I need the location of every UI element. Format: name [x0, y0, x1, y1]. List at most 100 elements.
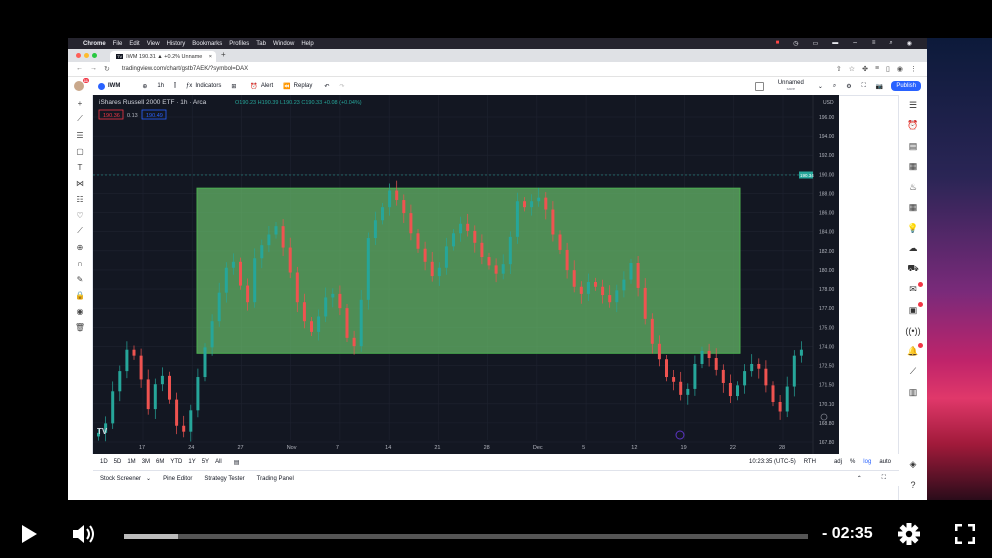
user-avatar[interactable]: 11 [74, 78, 89, 91]
menu-bookmarks[interactable]: Bookmarks [192, 41, 222, 47]
maximize-panel-icon[interactable]: ⛶ [882, 475, 886, 482]
wifi-icon[interactable]: ⌔ [852, 40, 858, 48]
magnet-icon[interactable]: ∩ [68, 255, 92, 271]
event-marker-icon[interactable] [675, 430, 685, 440]
bookmark-star-icon[interactable]: ☆ [849, 65, 855, 73]
profile-icon[interactable]: ◉ [897, 65, 903, 73]
menu-help[interactable]: Help [301, 41, 313, 47]
share-icon[interactable]: ⇧ [836, 65, 842, 73]
broadcast-icon[interactable]: ((•)) [899, 321, 927, 342]
fullscreen-icon[interactable] [955, 524, 975, 544]
range-ytd[interactable]: YTD [170, 459, 182, 466]
more-menu-icon[interactable]: ⋮ [910, 65, 917, 73]
text-icon[interactable]: T [68, 159, 92, 175]
templates-icon[interactable]: ⊞ [231, 83, 236, 90]
display-icon[interactable]: ▭ [813, 40, 819, 48]
adj-toggle[interactable]: adj [834, 459, 842, 465]
legend-title[interactable]: iShares Russell 2000 ETF · 1h · Arca [99, 99, 207, 106]
range-all[interactable]: All [215, 459, 222, 466]
menu-profiles[interactable]: Profiles [229, 41, 249, 47]
layers-icon[interactable]: ◈ [899, 455, 927, 476]
messages-icon[interactable]: ✉ [899, 280, 927, 301]
interval-button[interactable]: 1h [157, 83, 164, 89]
zoom-in-icon[interactable]: ⊕ [68, 239, 92, 255]
tab-pine-editor[interactable]: Pine Editor [163, 476, 192, 482]
rectangle-icon[interactable]: ▢ [68, 143, 92, 159]
pattern-icon[interactable]: ⋈ [68, 175, 92, 191]
siri-icon[interactable]: ◉ [907, 40, 912, 48]
trend-icon[interactable]: ⟋ [899, 362, 927, 383]
alerts-clock-icon[interactable]: ⏰ [899, 116, 927, 137]
dom-icon[interactable]: ▥ [899, 382, 927, 403]
chart-style-icon[interactable]: ⫿ [174, 83, 176, 90]
chat-icon[interactable]: ☁ [899, 239, 927, 260]
redo-icon[interactable]: ↷ [339, 83, 344, 90]
chevron-down-icon[interactable]: ⌄ [146, 475, 151, 482]
chart-pane[interactable]: 196.00 194.00 192.00 190.00 188.00 186.00 184.… [93, 95, 839, 454]
menu-app[interactable]: Chrome [83, 41, 106, 47]
currency-label[interactable]: USD [823, 100, 834, 106]
price-axis[interactable]: 196.00 194.00 192.00 190.00 188.00 186.00 184.… [812, 95, 839, 454]
new-tab-button[interactable]: + [221, 50, 226, 59]
extensions-icon[interactable]: ✤ [862, 65, 868, 73]
menu-window[interactable]: Window [273, 41, 294, 47]
candlestick-chart[interactable]: 196.00 194.00 192.00 190.00 188.00 186.00 184.… [93, 95, 839, 454]
close-tab-icon[interactable]: × [209, 54, 212, 60]
undo-icon[interactable]: ↶ [324, 83, 329, 90]
ideas-icon[interactable]: 💡 [899, 218, 927, 239]
video-progress-bar[interactable] [124, 534, 808, 539]
goto-date-icon[interactable]: ▤ [234, 459, 240, 466]
back-icon[interactable]: ← [76, 65, 83, 73]
menu-history[interactable]: History [167, 41, 186, 47]
layout-save[interactable]: save [787, 86, 795, 92]
volume-icon[interactable] [72, 523, 98, 545]
log-toggle[interactable]: log [863, 459, 871, 465]
time-axis[interactable]: 17 24 27 Nov 7 14 21 28 Dec 5 12 19 22 28 [139, 445, 785, 451]
rth-toggle[interactable]: RTH [804, 459, 816, 465]
search-icon[interactable]: ⌕ [889, 40, 892, 48]
notifications-icon[interactable]: 🔔 [899, 341, 927, 362]
zoom-window-button[interactable] [92, 53, 97, 58]
alert-button[interactable]: Alert [261, 83, 273, 89]
browser-tab[interactable]: TV IWM 190.31 ▲ +0.2% Unname × [110, 51, 216, 62]
reload-icon[interactable]: ↻ [104, 65, 110, 73]
calendar-icon[interactable]: ▦ [899, 198, 927, 219]
compare-icon[interactable]: ⊕ [142, 83, 147, 90]
reading-list-icon[interactable]: ≡ [875, 65, 879, 73]
battery-icon[interactable]: ▬ [832, 40, 838, 48]
symbol-search[interactable]: IWM [108, 83, 120, 89]
range-1y[interactable]: 1Y [188, 459, 195, 466]
settings-icon[interactable]: ⚙ [846, 83, 851, 90]
prediction-icon[interactable]: ☷ [68, 191, 92, 207]
hide-drawings-icon[interactable]: ◉ [68, 303, 92, 319]
stay-in-drawing-icon[interactable]: ✎ [68, 271, 92, 287]
fib-icon[interactable]: ☰ [68, 127, 92, 143]
screenshot-icon[interactable]: 📷 [876, 83, 883, 90]
tab-stock-screener[interactable]: Stock Screener [100, 476, 141, 482]
ruler-icon[interactable]: ⟋ [68, 223, 92, 239]
menu-view[interactable]: View [147, 41, 160, 47]
trash-icon[interactable]: 🗑 [68, 319, 92, 335]
sidebar-icon[interactable]: ▯ [886, 65, 890, 73]
chevron-down-icon[interactable]: ⌄ [818, 83, 823, 90]
auto-toggle[interactable]: auto [879, 459, 891, 465]
range-3m[interactable]: 3M [142, 459, 150, 466]
news-icon[interactable]: ▦ [899, 157, 927, 178]
collapse-panel-icon[interactable]: ⌃ [857, 475, 862, 482]
menu-edit[interactable]: Edit [129, 41, 139, 47]
tab-trading-panel[interactable]: Trading Panel [257, 476, 294, 482]
crosshair-icon[interactable]: + [68, 95, 92, 111]
play-icon[interactable] [20, 524, 38, 544]
control-center-icon[interactable]: ≡ [872, 40, 876, 48]
lock-drawings-icon[interactable]: 🔒 [68, 287, 92, 303]
range-6m[interactable]: 6M [156, 459, 164, 466]
range-5d[interactable]: 5D [114, 459, 122, 466]
layout-checkbox[interactable] [754, 81, 764, 91]
menu-tab[interactable]: Tab [256, 41, 266, 47]
indicators-button[interactable]: Indicators [195, 83, 221, 89]
record-icon[interactable]: ■ [776, 40, 780, 48]
watchlist-icon[interactable]: ☰ [899, 95, 927, 116]
rectangle-zone[interactable] [196, 187, 741, 354]
trend-line-icon[interactable]: ⟋ [68, 111, 92, 127]
clock-icon[interactable]: ◷ [793, 40, 798, 48]
